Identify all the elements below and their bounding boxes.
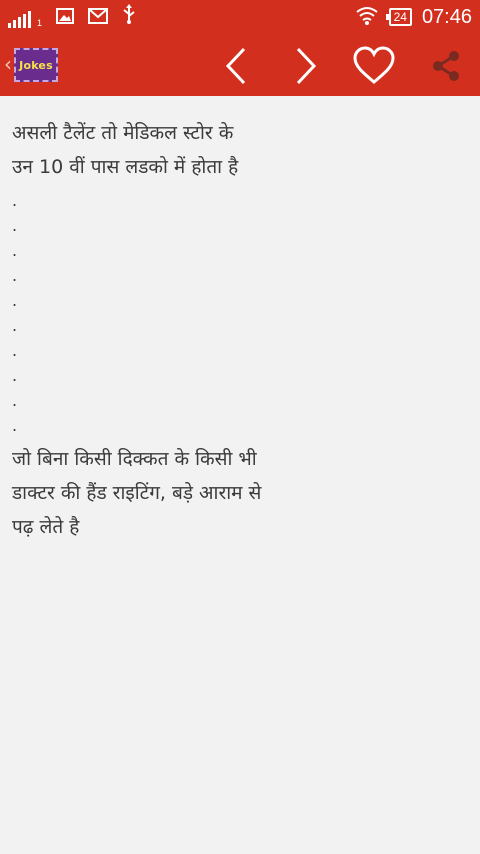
- wifi-icon: [355, 5, 379, 29]
- joke-line-5: पढ़ लेते है: [12, 516, 80, 538]
- next-button[interactable]: [284, 44, 328, 88]
- joke-line-1: असली टैलेंट तो मेडिकल स्टोर के: [12, 122, 234, 144]
- back-chevron-icon[interactable]: ‹: [4, 52, 12, 76]
- battery-icon: 24: [385, 8, 412, 26]
- joke-line-2: उन 10 वीं पास लडको में होता है: [12, 156, 239, 178]
- separator-dot: .: [12, 191, 18, 210]
- dot-separator: . . . . . . . . . .: [12, 188, 468, 438]
- separator-dot: .: [12, 341, 18, 360]
- gmail-icon: [88, 8, 109, 28]
- favorite-heart-icon: [353, 46, 395, 84]
- separator-dot: .: [12, 416, 18, 435]
- separator-dot: .: [12, 241, 18, 260]
- status-clock: 07:46: [421, 5, 472, 28]
- previous-button[interactable]: [214, 44, 258, 88]
- next-arrow-icon: [296, 47, 317, 85]
- share-icon: [433, 51, 459, 81]
- separator-dot: .: [12, 391, 18, 410]
- separator-dot: .: [12, 316, 18, 335]
- separator-dot: .: [12, 266, 18, 285]
- app-bar: ‹ Jokes: [0, 34, 480, 96]
- joke-line-3: जो बिना किसी दिक्कत के किसी भी: [12, 448, 257, 470]
- usb-icon: [122, 4, 136, 28]
- battery-level: 24: [393, 10, 407, 24]
- share-button[interactable]: [424, 44, 468, 88]
- app-logo-text: Jokes: [19, 58, 53, 72]
- image-notification-icon: [56, 8, 75, 28]
- joke-line-4: डाक्टर की हैंड राइटिंग, बड़े आराम से: [12, 482, 262, 504]
- status-bar-left: 1: [8, 4, 136, 28]
- app-logo[interactable]: Jokes: [14, 48, 58, 82]
- favorite-button[interactable]: [352, 44, 396, 88]
- signal-icon: 1: [8, 10, 42, 28]
- previous-arrow-icon: [225, 47, 246, 85]
- status-bar-right: 24 07:46: [355, 4, 472, 30]
- separator-dot: .: [12, 216, 18, 235]
- sim-indicator: 1: [37, 18, 43, 28]
- status-bar: 1 24 07:46: [0, 0, 480, 34]
- separator-dot: .: [12, 366, 18, 385]
- separator-dot: .: [12, 291, 18, 310]
- joke-content: असली टैलेंट तो मेडिकल स्टोर के उन 10 वीं…: [12, 116, 468, 544]
